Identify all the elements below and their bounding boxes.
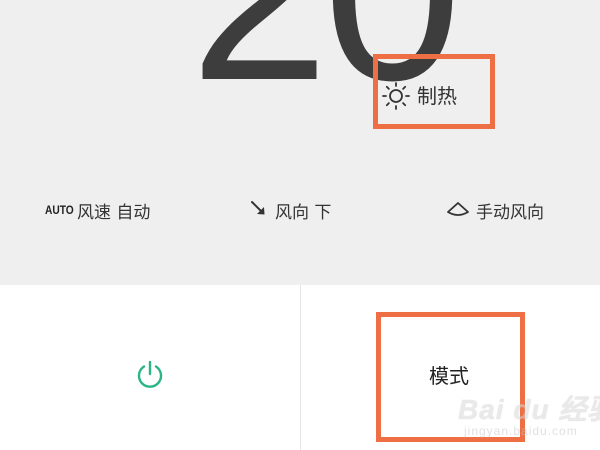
chevron-up-icon — [446, 200, 470, 220]
watermark-sub: jingyan.baidu.com — [464, 424, 578, 438]
annotation-box-mode-indicator — [373, 54, 495, 129]
fan-speed-label: 风速 自动 — [77, 202, 151, 223]
ac-remote-screen: 20 制热 — [0, 0, 600, 450]
baidu-jingyan-watermark: Bai du 经验 jingyan.baidu.com — [452, 384, 600, 446]
fan-speed-control[interactable]: AUTO 风速 自动 — [45, 196, 150, 224]
auto-tag: AUTO — [45, 203, 74, 217]
wind-direction-control[interactable]: 风向 下 — [249, 196, 331, 224]
power-icon[interactable] — [134, 359, 166, 391]
watermark-main: Bai du 经验 — [458, 394, 600, 425]
wind-direction-label: 风向 下 — [275, 202, 332, 223]
manual-wind-control[interactable]: 手动风向 — [446, 196, 544, 224]
manual-wind-label: 手动风向 — [476, 202, 544, 223]
status-panel: 20 制热 — [0, 0, 600, 285]
arrow-down-right-icon — [249, 199, 267, 221]
